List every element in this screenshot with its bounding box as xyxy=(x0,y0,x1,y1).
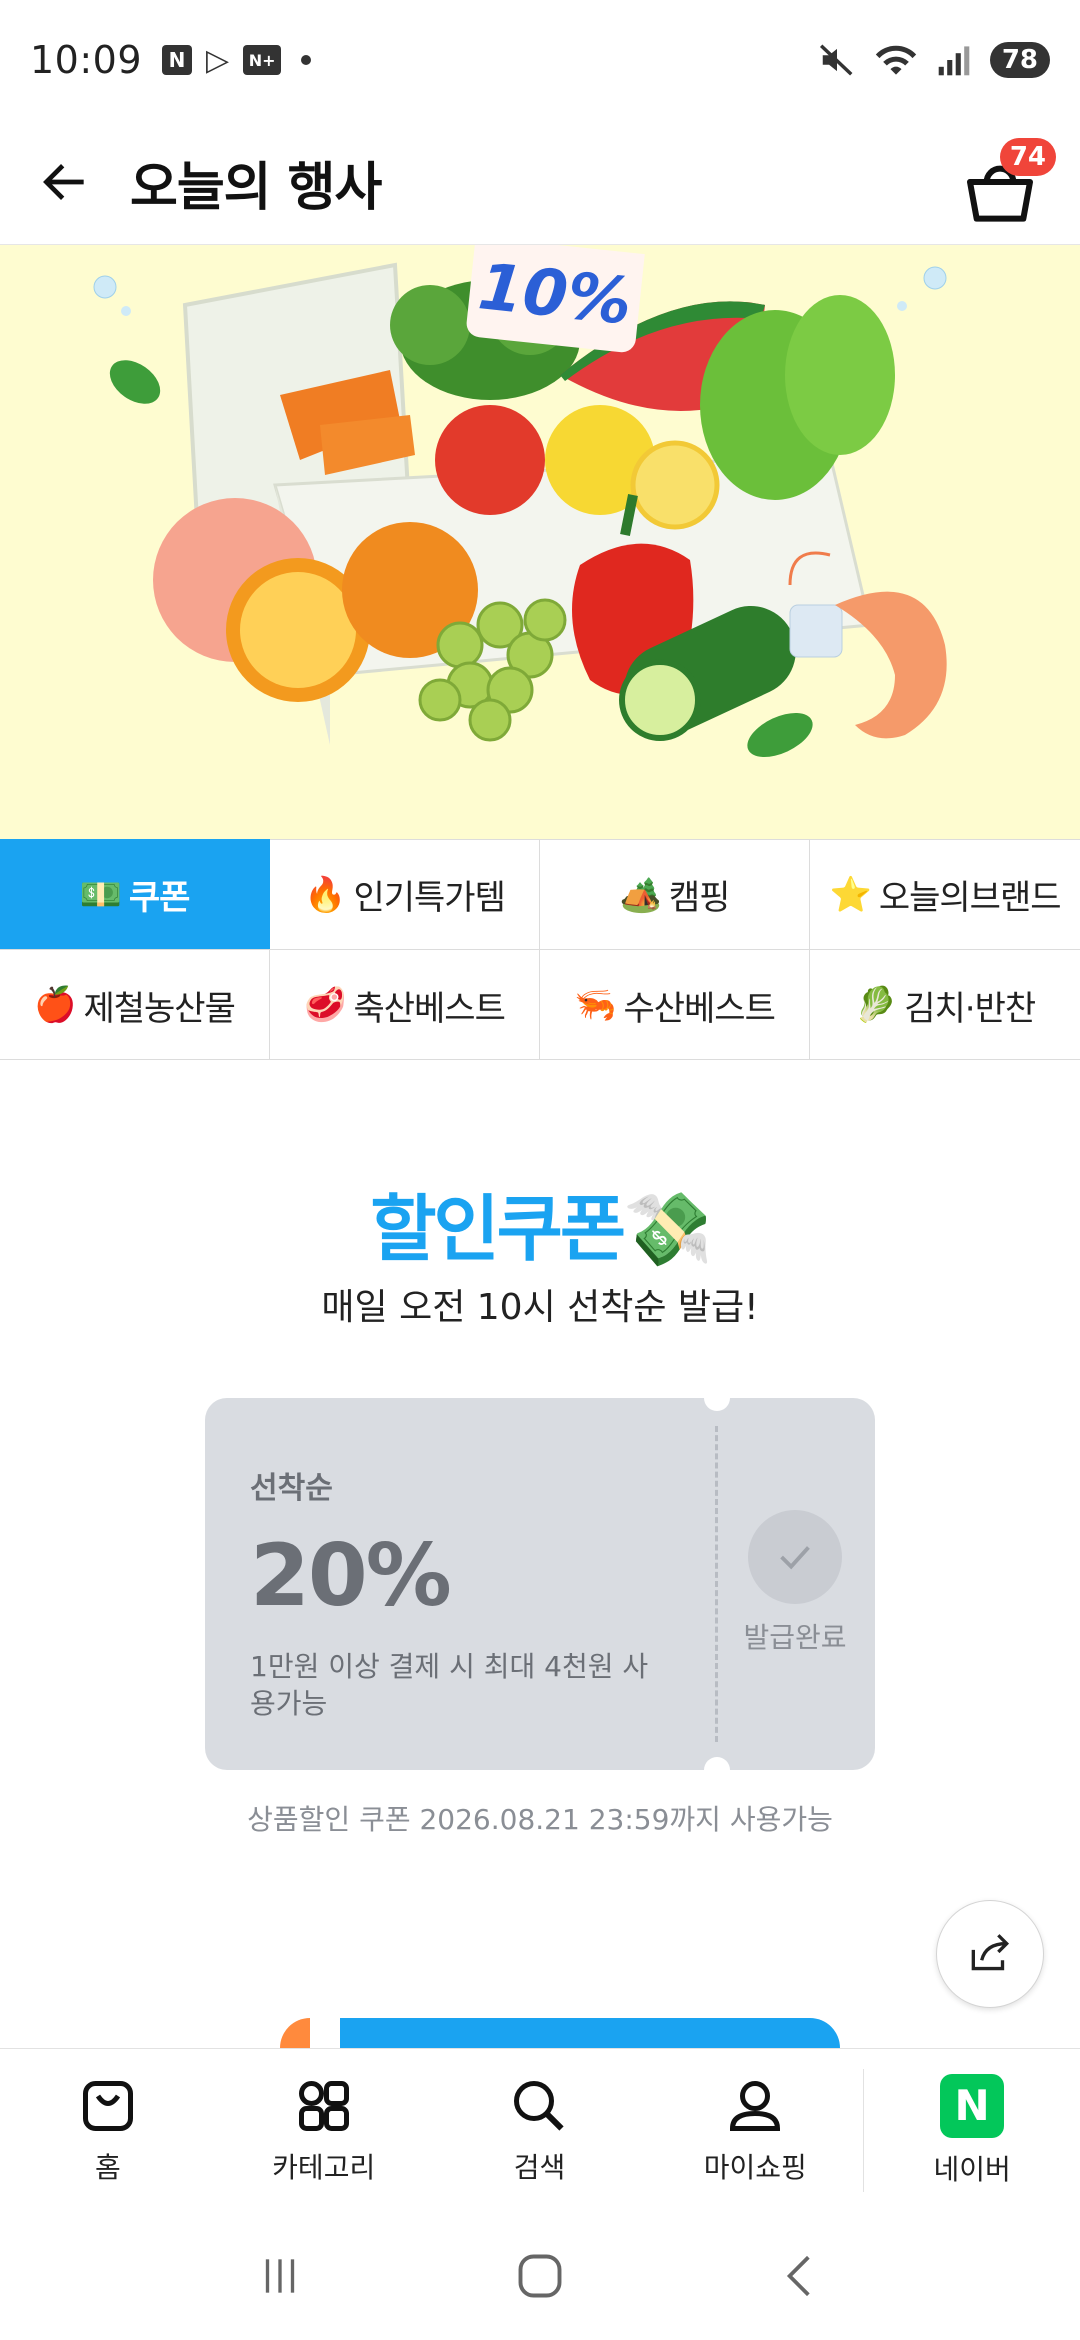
tab-camping[interactable]: 🏕️ 캠핑 xyxy=(540,839,810,949)
shrimp-icon: 🦐 xyxy=(574,985,616,1025)
battery-indicator: 78 xyxy=(989,42,1050,78)
tab-label: 캠핑 xyxy=(668,878,731,918)
status-right: 78 xyxy=(818,41,1050,79)
nav-label: 카테고리 xyxy=(272,2150,376,2184)
coupon-card[interactable]: 선착순 20% 1만원 이상 결제 시 최대 4천원 사용가능 발급완료 xyxy=(205,1398,875,1770)
leafy-green-icon: 🥬 xyxy=(854,985,897,1025)
mute-icon xyxy=(819,44,853,76)
cart-button[interactable]: 74 xyxy=(960,138,1056,228)
home-icon[interactable] xyxy=(514,2250,566,2302)
discount-tag: 10% xyxy=(465,245,645,354)
coupon-notch xyxy=(704,1757,730,1770)
nav-my-shopping[interactable]: 마이쇼핑 xyxy=(647,2049,863,2212)
nav-label: 마이쇼핑 xyxy=(703,2150,807,2184)
coupon-status: 발급완료 xyxy=(743,1621,847,1654)
coupon-notch xyxy=(704,1398,730,1411)
nav-label: 검색 xyxy=(513,2150,566,2184)
recent-apps-icon[interactable] xyxy=(255,2251,305,2301)
fire-icon: 🔥 xyxy=(304,874,346,915)
arrow-left-icon xyxy=(43,164,84,200)
notification-icons: N ▷ N+ xyxy=(162,42,312,78)
camping-icon: 🏕️ xyxy=(619,874,662,915)
naver-notification-icon: N xyxy=(162,45,193,75)
nav-naver[interactable]: N 네이버 xyxy=(864,2049,1080,2212)
play-notification-icon: ▷ xyxy=(206,42,230,78)
coupon-section-title: 할인쿠폰💸 xyxy=(370,1187,713,1271)
coupon-label: 선착순 xyxy=(250,1471,333,1506)
tab-today-brand[interactable]: ⭐ 오늘의브랜드 xyxy=(810,839,1080,949)
nav-search[interactable]: 검색 xyxy=(432,2049,648,2212)
apple-icon: 🍎 xyxy=(34,985,76,1025)
tab-seasonal-produce[interactable]: 🍎 제철농산물 xyxy=(0,949,270,1060)
naver-plus-notification-icon: N+ xyxy=(243,45,282,75)
tab-label: 오늘의브랜드 xyxy=(878,878,1062,918)
tab-seafood-best[interactable]: 🦐 수산베스트 xyxy=(540,949,810,1060)
back-icon[interactable] xyxy=(775,2251,825,2301)
tab-label: 수산베스트 xyxy=(623,988,775,1029)
meat-icon: 🥩 xyxy=(304,985,346,1025)
share-icon xyxy=(971,1934,1010,1971)
share-button[interactable] xyxy=(936,1900,1044,2008)
nav-label: 홈 xyxy=(95,2150,121,2184)
tab-kimchi-sides[interactable]: 🥬 김치·반찬 xyxy=(810,949,1080,1060)
tab-coupon[interactable]: 💵 쿠폰 xyxy=(0,839,270,949)
coupon-divider xyxy=(715,1426,718,1742)
nav-label: 네이버 xyxy=(933,2152,1011,2186)
tab-label: 축산베스트 xyxy=(353,988,505,1029)
system-navigation xyxy=(0,2212,1080,2340)
app-header: 오늘의 행사 74 xyxy=(0,120,1080,245)
wifi-icon xyxy=(875,45,916,75)
tab-label: 쿠폰 xyxy=(128,878,191,918)
tab-label: 인기특가템 xyxy=(353,878,505,918)
person-icon xyxy=(730,2080,781,2131)
signal-icon xyxy=(938,46,970,76)
category-tab-grid: 💵 쿠폰 🔥 인기특가템 🏕️ 캠핑 ⭐ 오늘의브랜드 🍎 제철농산물 🥩 축산베스트 🦐 수… xyxy=(0,839,1080,1060)
tab-meat-best[interactable]: 🥩 축산베스트 xyxy=(270,949,540,1060)
tab-hot-deals[interactable]: 🔥 인기특가템 xyxy=(270,839,540,949)
coupon-percent: 20% xyxy=(250,1526,452,1626)
tab-label: 제철농산물 xyxy=(83,988,235,1029)
status-bar: 10:09 N ▷ N+ 78 xyxy=(0,0,1080,120)
more-notifications-icon xyxy=(301,55,312,65)
next-section-peek xyxy=(280,2018,840,2048)
coupon-section-subtitle: 매일 오전 10시 선착순 발급! xyxy=(321,1287,759,1328)
nav-category[interactable]: 카테고리 xyxy=(216,2049,432,2212)
issued-check-icon xyxy=(748,1510,842,1604)
category-grid-icon xyxy=(298,2080,349,2131)
home-bag-icon xyxy=(82,2080,133,2131)
money-icon: 💵 xyxy=(79,874,122,915)
promo-banner[interactable]: 10% xyxy=(0,245,1080,839)
cart-count-badge: 74 xyxy=(999,138,1056,176)
coupon-description: 1만원 이상 결제 시 최대 4천원 사용가능 xyxy=(250,1650,649,1720)
nav-home[interactable]: 홈 xyxy=(0,2049,216,2212)
coupon-validity-note: 상품할인 쿠폰 2026.08.21 23:59까지 사용가능 xyxy=(247,1803,833,1836)
star-icon: ⭐ xyxy=(829,874,871,915)
naver-logo-icon: N xyxy=(940,2073,1005,2138)
tab-label: 김치·반찬 xyxy=(904,988,1036,1029)
back-button[interactable] xyxy=(30,147,100,217)
page-title: 오늘의 행사 xyxy=(130,157,382,218)
bottom-navigation: 홈 카테고리 검색 마이쇼핑 N 네이버 xyxy=(0,2048,1080,2212)
search-icon xyxy=(514,2080,565,2131)
status-time: 10:09 xyxy=(30,38,143,82)
